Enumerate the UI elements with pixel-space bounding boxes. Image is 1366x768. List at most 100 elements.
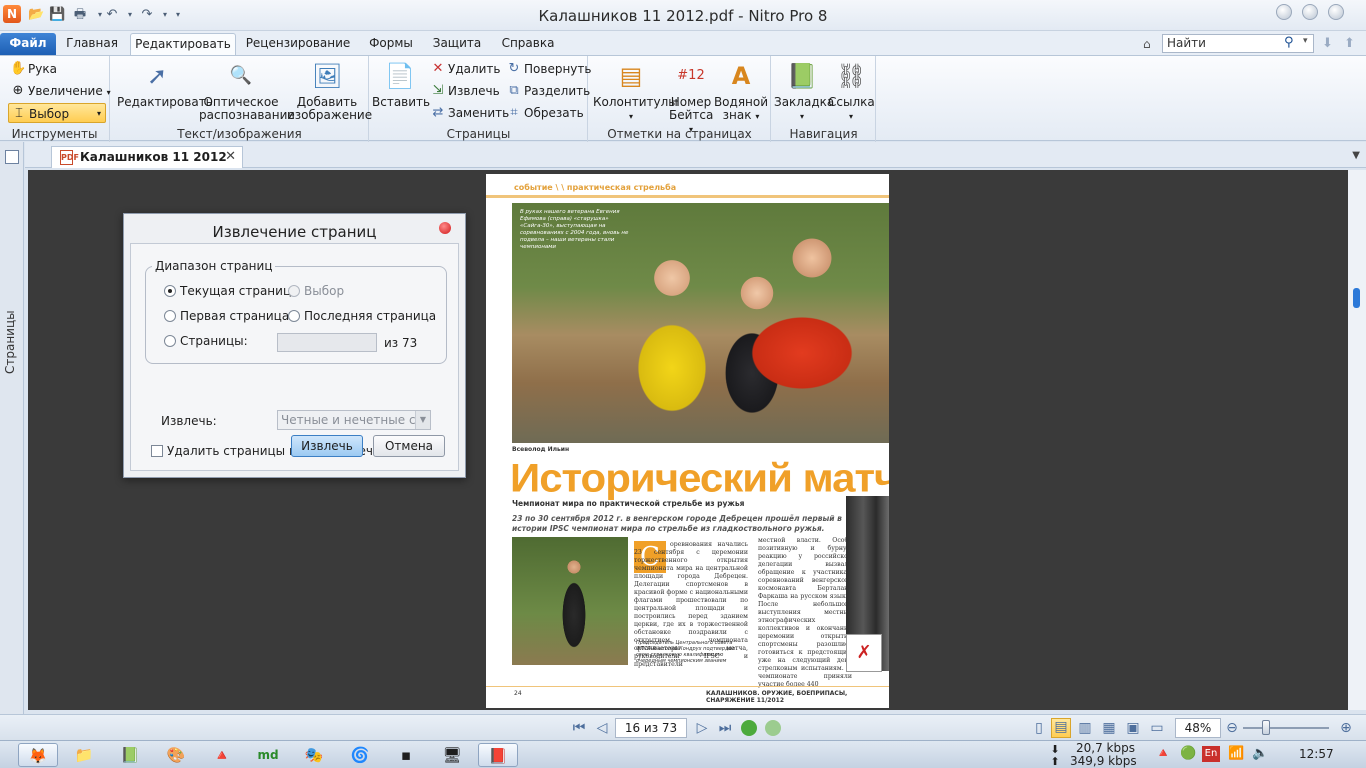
tab-review[interactable]: Рецензирование (244, 33, 352, 55)
remote-taskbar-icon[interactable]: 🖥 (432, 743, 472, 767)
ocr-button[interactable]: 🔍 Оптическое распознавание (199, 60, 295, 122)
explorer-taskbar-icon[interactable]: 📁 (64, 743, 104, 767)
chevron-down-icon: ▼ (415, 411, 430, 429)
pages-panel-icon[interactable] (5, 150, 19, 164)
tab-protect[interactable]: Защита (428, 33, 486, 55)
vertical-scrollbar[interactable] (1348, 170, 1366, 710)
edit-button[interactable]: ➚ Редактировать (117, 60, 213, 109)
add-image-label-2: изображение (287, 108, 373, 122)
document-tabs: PDF Калашников 11 2012 ✕ ▼ (25, 142, 1366, 168)
volume-icon[interactable]: 🔈 (1252, 746, 1268, 762)
scrollbar-thumb[interactable] (1353, 288, 1360, 308)
ocr-icon: 🔍 (229, 65, 253, 86)
pages-range-input[interactable] (277, 333, 377, 352)
page-number-input[interactable]: 16 из 73 (615, 718, 687, 738)
nitro-taskbar-icon[interactable]: 📕 (478, 743, 518, 767)
document-tab[interactable]: PDF Калашников 11 2012 ✕ (51, 146, 243, 168)
zoom-in-icon[interactable]: ⊕ (1338, 720, 1354, 736)
delete-after-extract-checkbox[interactable]: Удалить страницы после извлечения (151, 444, 403, 458)
forward-view-icon[interactable] (765, 720, 781, 736)
pages-panel-tab[interactable]: Страницы (3, 310, 17, 374)
tray-app-icon[interactable]: 🔺 (1155, 746, 1171, 762)
extract-pages-button[interactable]: ⇲ Извлечь (428, 81, 500, 101)
extract-mode-select[interactable]: Четные и нечетные стран ▼ (277, 410, 431, 430)
hand-tool-button[interactable]: ✋ Рука (8, 59, 57, 79)
radio-first-page[interactable]: Первая страница (164, 309, 289, 323)
palette-taskbar-icon[interactable]: 🎭 (294, 743, 334, 767)
tab-edit[interactable]: Редактировать (130, 33, 236, 55)
language-indicator[interactable]: En (1202, 746, 1220, 762)
dialog-close-button[interactable] (439, 222, 451, 234)
bookmark-button[interactable]: 📗 Закладка ▾ (774, 60, 834, 123)
main-photo-caption: В руках нашего ветерана Евгения Ефимова … (520, 209, 629, 250)
next-page-icon[interactable]: ▷ (694, 720, 710, 736)
window-taskbar-icon[interactable]: ▪ (386, 743, 426, 767)
tab-forms[interactable]: Формы (362, 33, 420, 55)
network-signal-icon[interactable]: 📶 (1228, 746, 1244, 762)
headers-footers-button[interactable]: ▤ Колонтитулы ▾ (593, 60, 678, 123)
torrent-taskbar-icon[interactable]: 🌀 (340, 743, 380, 767)
close-tab-icon[interactable]: ✕ (225, 147, 236, 167)
extract-button[interactable]: Извлечь (291, 435, 363, 457)
minimize-button[interactable] (1276, 4, 1292, 20)
search-next-icon[interactable]: ⬇ (1322, 36, 1333, 51)
facing-continuous-view-icon[interactable]: ▦ (1101, 720, 1117, 736)
link-button[interactable]: ⛓ Ссылка ▾ (828, 60, 875, 123)
radio-last-page[interactable]: Последняя страница (288, 309, 436, 323)
first-page-icon[interactable]: ⏮ (571, 720, 587, 736)
continuous-view-icon[interactable]: ▤ (1051, 718, 1071, 738)
radio-icon (288, 285, 300, 297)
paint-taskbar-icon[interactable]: 🎨 (156, 743, 196, 767)
notepad-taskbar-icon[interactable]: 📗 (110, 743, 150, 767)
ribbon-tabs: Файл Главная Редактировать Рецензировани… (0, 31, 1366, 55)
radio-current-page[interactable]: Текущая страница (164, 284, 298, 298)
cancel-button[interactable]: Отмена (373, 435, 445, 457)
zoom-level-input[interactable]: 48% (1175, 718, 1221, 738)
article-small-photo (512, 537, 628, 665)
facing-view-icon[interactable]: ▥ (1077, 720, 1093, 736)
zoom-tool-button[interactable]: ⊕ Увеличение ▾ (8, 81, 111, 101)
tabs-menu-icon[interactable]: ▼ (1352, 150, 1360, 161)
status-bar: ⏮ ◁ 16 из 73 ▷ ⏭ ▯ ▤ ▥ ▦ ▣ ▭ 48% ⊖ ⊕ (0, 714, 1366, 740)
previous-page-icon[interactable]: ◁ (594, 720, 610, 736)
ocr-label-2: распознавание (199, 108, 295, 122)
rotate-pages-button[interactable]: ↻ Повернуть (504, 59, 592, 79)
crop-pages-button[interactable]: ⌗ Обрезать (504, 103, 583, 123)
maximize-button[interactable] (1302, 4, 1318, 20)
split-pages-button[interactable]: ⧉ Разделить (504, 81, 590, 101)
replace-pages-button[interactable]: ⇄ Заменить (428, 103, 510, 123)
firefox-taskbar-icon[interactable]: 🦊 (18, 743, 58, 767)
select-tool-button[interactable]: ⌶ Выбор ▾ (8, 103, 106, 123)
watermark-label-1: Водяной (713, 95, 769, 109)
search-icon[interactable]: ⚲ (1284, 35, 1294, 50)
collapse-ribbon-icon[interactable]: ⌂ (1143, 37, 1157, 51)
tab-home[interactable]: Главная (60, 33, 124, 55)
close-window-button[interactable] (1328, 4, 1344, 20)
fit-page-icon[interactable]: ▣ (1125, 720, 1141, 736)
add-image-button[interactable]: 🖼 Добавить изображение (287, 60, 372, 122)
last-page-icon[interactable]: ⏭ (717, 720, 733, 736)
app-taskbar-icon[interactable]: 🔺 (202, 743, 242, 767)
bates-number-button[interactable]: #12 Номер Бейтса ▾ (669, 60, 713, 136)
delete-pages-button[interactable]: ✕ Удалить (428, 59, 501, 79)
insert-pages-button[interactable]: 📄 Вставить (372, 60, 430, 109)
zoom-out-icon[interactable]: ⊖ (1224, 720, 1240, 736)
search-previous-icon[interactable]: ⬆ (1344, 36, 1355, 51)
article-lead: 23 по 30 сентября 2012 г. в венгерском г… (512, 514, 842, 533)
delete-page-icon: ✕ (432, 61, 444, 76)
fit-width-icon[interactable]: ▭ (1149, 720, 1165, 736)
zoom-slider-track[interactable] (1243, 727, 1329, 729)
group-pages: 📄 Вставить ✕ Удалить ⇲ Извлечь ⇄ Заменить ↻… (370, 56, 592, 142)
search-dropdown-icon[interactable]: ▾ (1303, 36, 1308, 46)
clock[interactable]: 12:57 (1299, 747, 1334, 761)
watermark-button[interactable]: A Водяной знак ▾ (713, 60, 769, 123)
tab-file[interactable]: Файл (0, 33, 56, 55)
group-navigation-label: Навигация (789, 127, 858, 141)
single-page-view-icon[interactable]: ▯ (1031, 720, 1047, 736)
zoom-slider-thumb[interactable] (1262, 720, 1270, 735)
md-taskbar-icon[interactable]: md (248, 743, 288, 767)
radio-pages[interactable]: Страницы: (164, 334, 248, 348)
back-view-icon[interactable] (741, 720, 757, 736)
tab-help[interactable]: Справка (496, 33, 560, 55)
tray-torrent-icon[interactable]: 🟢 (1180, 746, 1196, 762)
